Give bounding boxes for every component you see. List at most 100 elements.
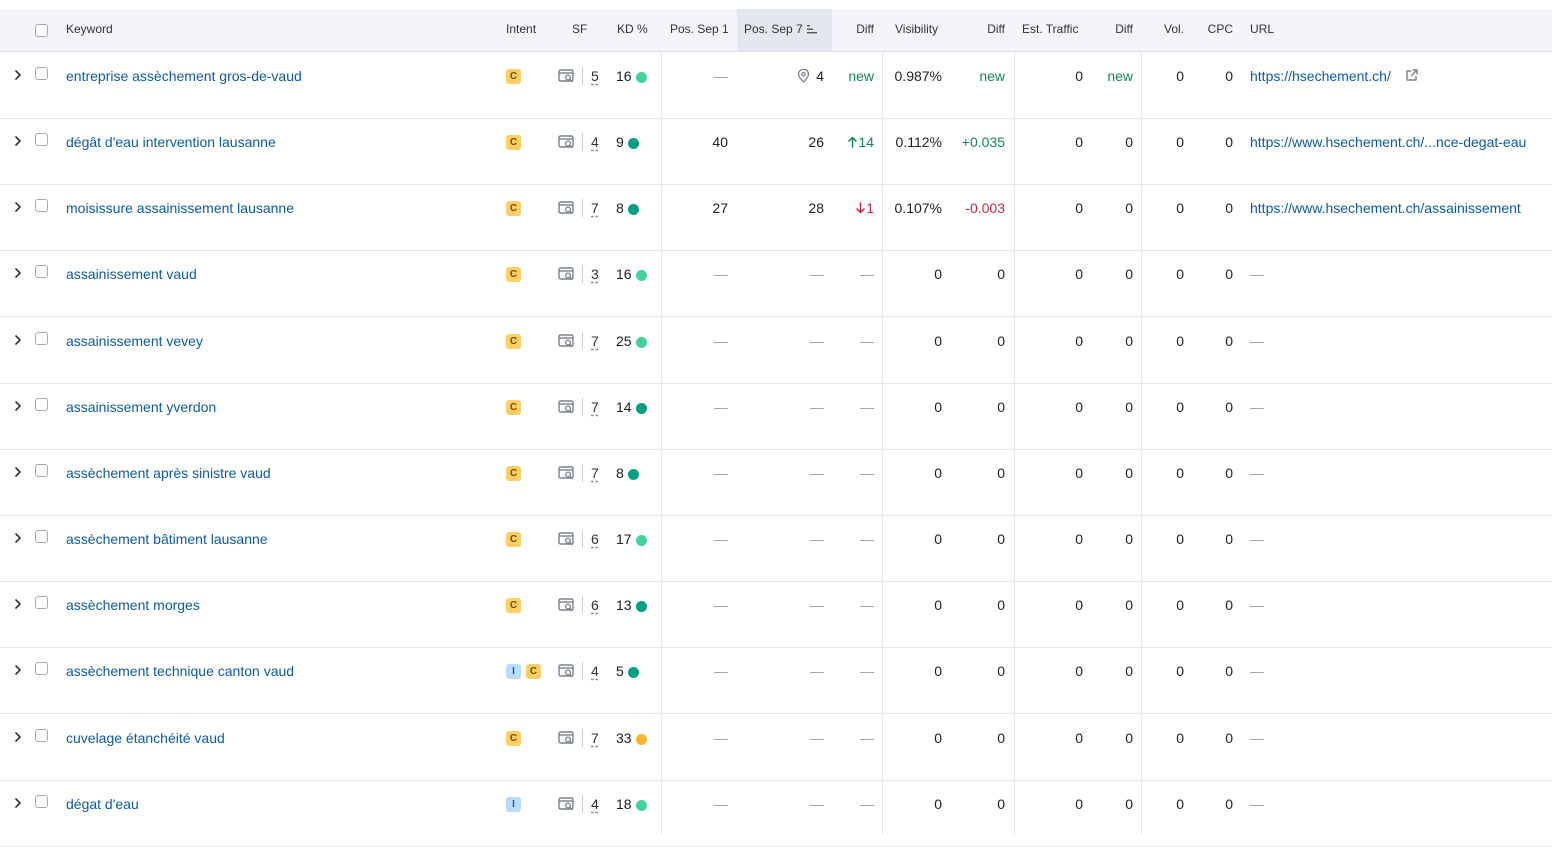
sf-count[interactable]: 6 — [591, 595, 599, 615]
external-link-icon[interactable] — [1405, 68, 1419, 82]
position-sep7: — — [744, 331, 824, 351]
intent-badge[interactable]: C — [506, 134, 521, 150]
header-sf[interactable]: SF — [572, 9, 587, 51]
row-checkbox[interactable] — [35, 67, 48, 80]
kd-value: 8 — [616, 463, 639, 483]
keyword-link[interactable]: cuvelage étanchéité vaud — [66, 728, 225, 748]
url-link[interactable]: https://hsechement.ch/ — [1250, 66, 1419, 86]
intent-badge[interactable]: C — [506, 730, 521, 746]
chevron-right-icon[interactable] — [12, 532, 24, 544]
chevron-right-icon[interactable] — [12, 664, 24, 676]
keyword-link[interactable]: assainissement vevey — [66, 331, 203, 351]
url-link[interactable]: https://www.hsechement.ch/...nce-degat-e… — [1250, 132, 1526, 152]
url-empty: — — [1250, 661, 1264, 681]
header-pos-sep7[interactable]: Pos. Sep 7 — [744, 9, 817, 51]
header-cpc[interactable]: CPC — [1195, 9, 1233, 51]
serp-features-icon[interactable] — [558, 201, 576, 215]
serp-features-icon[interactable] — [558, 334, 576, 348]
keyword-link[interactable]: moisissure assainissement lausanne — [66, 198, 294, 218]
chevron-right-icon[interactable] — [12, 400, 24, 412]
header-url[interactable]: URL — [1250, 9, 1274, 51]
sf-count[interactable]: 7 — [591, 331, 599, 351]
serp-features-icon[interactable] — [558, 400, 576, 414]
chevron-right-icon[interactable] — [12, 598, 24, 610]
sf-count[interactable]: 7 — [591, 728, 599, 748]
intent-badge[interactable]: C — [506, 465, 521, 481]
serp-features-icon[interactable] — [558, 267, 576, 281]
intent-badge[interactable]: C — [506, 399, 521, 415]
est-traffic-diff: new — [1107, 68, 1133, 84]
row-checkbox[interactable] — [35, 199, 48, 212]
header-est-traffic[interactable]: Est. Traffic — [1022, 9, 1078, 51]
header-traffic-diff[interactable]: Diff — [1090, 9, 1133, 51]
row-checkbox[interactable] — [35, 596, 48, 609]
intent-badges: C — [506, 263, 521, 283]
chevron-right-icon[interactable] — [12, 334, 24, 346]
serp-features-icon[interactable] — [558, 731, 576, 745]
header-volume[interactable]: Vol. — [1150, 9, 1184, 51]
chevron-right-icon[interactable] — [12, 69, 24, 81]
position-diff: — — [832, 331, 874, 351]
row-checkbox[interactable] — [35, 332, 48, 345]
intent-badge[interactable]: C — [506, 531, 521, 547]
sf-divider — [582, 133, 583, 151]
intent-badge[interactable]: C — [506, 266, 521, 282]
serp-features-icon[interactable] — [558, 797, 576, 811]
header-keyword[interactable]: Keyword — [66, 9, 113, 51]
serp-features-icon[interactable] — [558, 466, 576, 480]
row-checkbox[interactable] — [35, 398, 48, 411]
serp-features-icon[interactable] — [558, 598, 576, 612]
kd-value: 8 — [616, 198, 639, 218]
url-link[interactable]: https://www.hsechement.ch/assainissement — [1250, 198, 1521, 218]
chevron-right-icon[interactable] — [12, 267, 24, 279]
sf-count[interactable]: 7 — [591, 463, 599, 483]
chevron-right-icon[interactable] — [12, 466, 24, 478]
serp-features-icon[interactable] — [558, 532, 576, 546]
sf-count[interactable]: 6 — [591, 529, 599, 549]
intent-badge[interactable]: C — [506, 333, 521, 349]
serp-features-icon[interactable] — [558, 69, 576, 83]
keyword-link[interactable]: assainissement yverdon — [66, 397, 216, 417]
row-checkbox[interactable] — [35, 530, 48, 543]
row-checkbox[interactable] — [35, 464, 48, 477]
select-all-checkbox[interactable] — [35, 24, 48, 37]
row-checkbox[interactable] — [35, 265, 48, 278]
chevron-right-icon[interactable] — [12, 135, 24, 147]
chevron-right-icon[interactable] — [12, 797, 24, 809]
row-checkbox[interactable] — [35, 729, 48, 742]
keyword-link[interactable]: assèchement morges — [66, 595, 200, 615]
sf-count[interactable]: 7 — [591, 397, 599, 417]
keyword-link[interactable]: assèchement bâtiment lausanne — [66, 529, 268, 549]
sf-count[interactable]: 4 — [591, 661, 599, 681]
intent-badge[interactable]: I — [506, 796, 521, 812]
intent-badge[interactable]: C — [506, 200, 521, 216]
row-checkbox[interactable] — [35, 133, 48, 146]
sf-count[interactable]: 5 — [591, 66, 599, 86]
header-pos-sep1[interactable]: Pos. Sep 1 — [670, 9, 729, 51]
intent-badge[interactable]: I — [506, 663, 521, 679]
header-position-diff[interactable]: Diff — [832, 9, 874, 51]
header-intent[interactable]: Intent — [506, 9, 536, 51]
intent-badge[interactable]: C — [526, 663, 541, 679]
keyword-link[interactable]: dégât d'eau intervention lausanne — [66, 132, 276, 152]
header-visibility-diff[interactable]: Diff — [960, 9, 1005, 51]
serp-features-icon[interactable] — [558, 664, 576, 678]
chevron-right-icon[interactable] — [12, 731, 24, 743]
serp-features-icon[interactable] — [558, 135, 576, 149]
sf-count[interactable]: 4 — [591, 794, 599, 814]
intent-badge[interactable]: C — [506, 597, 521, 613]
header-visibility[interactable]: Visibility — [895, 9, 938, 51]
keyword-link[interactable]: assèchement après sinistre vaud — [66, 463, 271, 483]
keyword-link[interactable]: assèchement technique canton vaud — [66, 661, 294, 681]
row-checkbox[interactable] — [35, 662, 48, 675]
intent-badge[interactable]: C — [506, 68, 521, 84]
keyword-link[interactable]: assainissement vaud — [66, 264, 197, 284]
sf-count[interactable]: 4 — [591, 132, 599, 152]
sf-count[interactable]: 3 — [591, 264, 599, 284]
row-checkbox[interactable] — [35, 795, 48, 808]
header-kd[interactable]: KD % — [617, 9, 648, 51]
sf-count[interactable]: 7 — [591, 198, 599, 218]
chevron-right-icon[interactable] — [12, 201, 24, 213]
keyword-link[interactable]: entreprise assèchement gros-de-vaud — [66, 66, 302, 86]
keyword-link[interactable]: dégat d'eau — [66, 794, 139, 814]
